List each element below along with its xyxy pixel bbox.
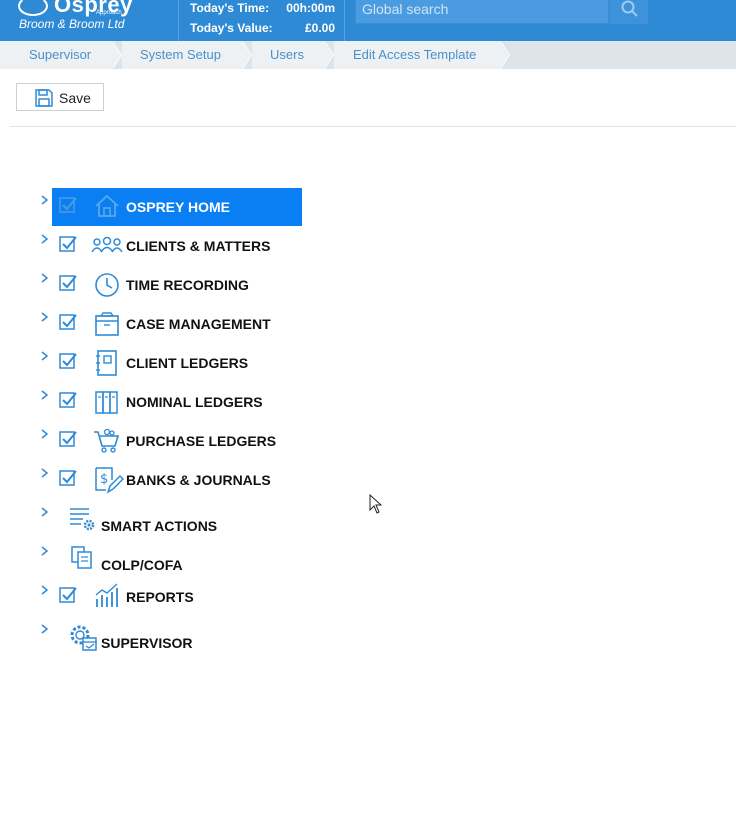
list-gear-icon <box>70 508 95 531</box>
dollar-doc-icon: $ <box>95 467 124 494</box>
value-label: Today's Value: <box>190 21 273 35</box>
svg-text:$: $ <box>100 472 108 487</box>
clock-icon <box>95 273 119 297</box>
tree-item-label: COLP/COFA <box>101 557 183 573</box>
chevron-right-icon[interactable] <box>40 311 50 323</box>
tree-item-label: NOMINAL LEDGERS <box>126 394 263 410</box>
chart-icon <box>95 583 118 607</box>
copy-docs-icon <box>71 546 92 569</box>
checkbox-checked-icon[interactable] <box>59 274 77 292</box>
checkbox-checked-icon[interactable] <box>59 586 77 604</box>
chevron-right-icon[interactable] <box>40 233 50 245</box>
gear-calendar-icon <box>70 625 97 651</box>
chevron-right-icon[interactable] <box>40 545 50 557</box>
osprey-logo-icon <box>18 0 48 17</box>
header-divider <box>178 0 179 41</box>
time-value: 00h:00m <box>286 1 335 15</box>
chevron-right-icon[interactable] <box>40 194 50 206</box>
header-divider-2 <box>344 0 345 41</box>
search-button[interactable] <box>610 0 648 24</box>
checkbox-checked-icon[interactable] <box>59 235 77 253</box>
notebook-icon <box>96 350 117 376</box>
breadcrumb-users[interactable]: Users <box>252 41 334 69</box>
books-icon <box>95 391 118 414</box>
chevron-right-icon[interactable] <box>40 467 50 479</box>
global-search-input[interactable]: Global search <box>355 0 609 24</box>
chevron-right-icon[interactable] <box>40 584 50 596</box>
cart-icon <box>94 428 120 453</box>
checkbox-checked-icon[interactable] <box>59 352 77 370</box>
checkbox-checked-icon[interactable] <box>59 469 77 487</box>
chevron-right-icon[interactable] <box>40 428 50 440</box>
tree-item-label: CASE MANAGEMENT <box>126 316 271 332</box>
floppy-disk-icon <box>35 89 53 107</box>
box-icon <box>95 312 119 336</box>
chevron-right-icon[interactable] <box>40 272 50 284</box>
search-icon <box>621 0 638 17</box>
save-button-label: Save <box>59 90 91 106</box>
chevron-right-icon[interactable] <box>40 506 50 518</box>
tree-item-label: TIME RECORDING <box>126 277 249 293</box>
tree-item-label: OSPREY HOME <box>126 199 230 215</box>
save-button[interactable]: Save <box>16 83 104 111</box>
breadcrumb-supervisor[interactable]: Supervisor <box>0 41 122 69</box>
tree-item-label: CLIENTS & MATTERS <box>126 238 271 254</box>
chevron-right-icon[interactable] <box>40 350 50 362</box>
tree-item-label: SMART ACTIONS <box>101 518 218 534</box>
chevron-right-icon[interactable] <box>40 389 50 401</box>
breadcrumb: Supervisor System Setup Users Edit Acces… <box>0 41 736 69</box>
tree-item-label: REPORTS <box>126 589 194 605</box>
time-label: Today's Time: <box>190 1 270 15</box>
top-bar: Osprey Approach Broom & Broom Ltd Today'… <box>0 0 736 41</box>
checkbox-checked-icon[interactable] <box>59 313 77 331</box>
home-icon <box>95 194 119 217</box>
checkbox-checked-icon[interactable] <box>59 430 77 448</box>
breadcrumb-edit-access-template[interactable]: Edit Access Template <box>334 41 510 69</box>
tree-item-label: SUPERVISOR <box>101 635 193 651</box>
tree-item-label: CLIENT LEDGERS <box>126 355 249 371</box>
toolbar-divider <box>10 126 736 127</box>
mouse-cursor-icon <box>369 494 383 514</box>
breadcrumb-system-setup[interactable]: System Setup <box>122 41 252 69</box>
people-icon <box>91 236 123 253</box>
checkbox-checked-icon[interactable] <box>59 391 77 409</box>
checkbox-checked-icon[interactable] <box>59 196 77 214</box>
company-name: Broom & Broom Ltd <box>19 17 125 31</box>
logo-subtitle: Approach <box>96 10 122 16</box>
tree-item-label: BANKS & JOURNALS <box>126 472 271 488</box>
chevron-right-icon[interactable] <box>40 623 50 635</box>
tree-item-label: PURCHASE LEDGERS <box>126 433 277 449</box>
value-value: £0.00 <box>304 21 335 35</box>
